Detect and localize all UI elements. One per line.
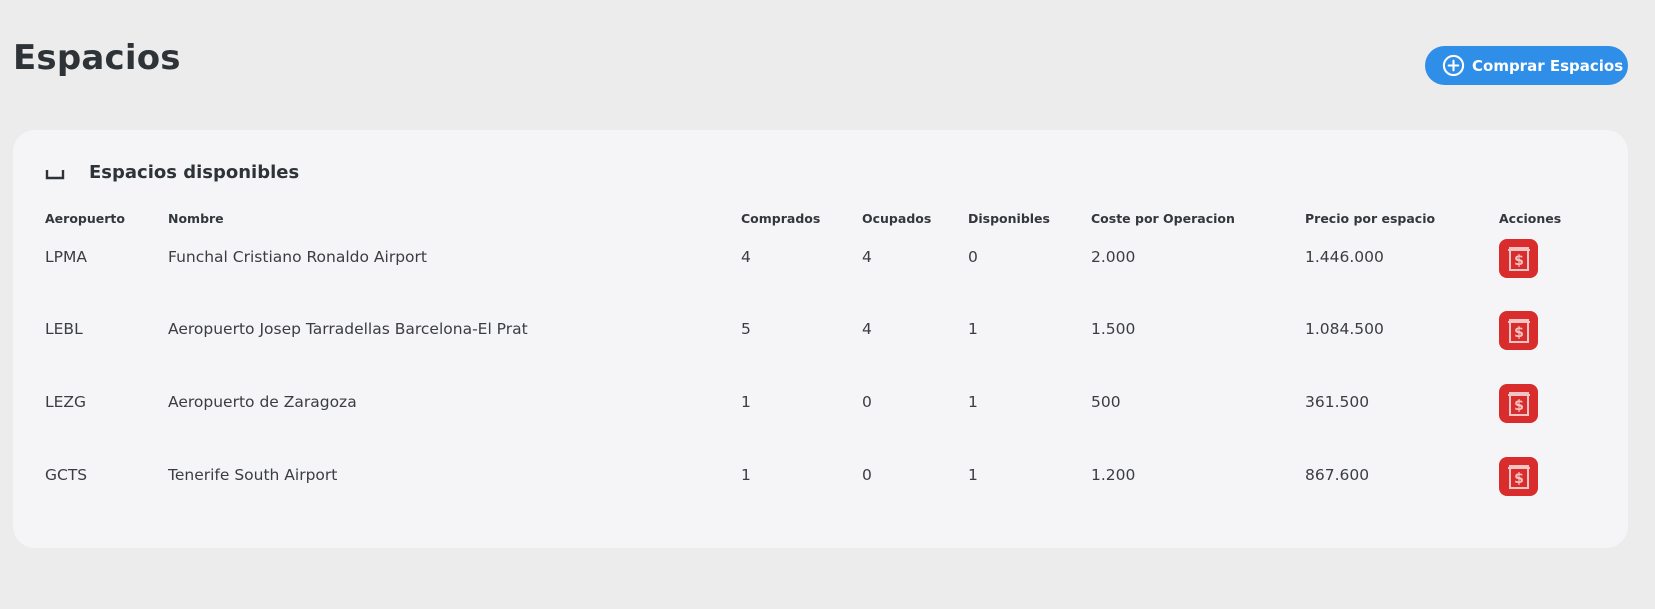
money-bill-icon: $ <box>1507 391 1530 416</box>
column-coste-header: Coste por Operacion <box>1091 211 1235 226</box>
sell-space-button[interactable]: $ <box>1499 239 1538 278</box>
column-aeropuerto-header: Aeropuerto <box>45 211 125 226</box>
plus-circle-icon <box>1442 54 1465 77</box>
available-cell: 1 <box>968 466 978 484</box>
price-per-space-cell: 1.084.500 <box>1305 320 1384 338</box>
occupied-cell: 0 <box>862 393 872 411</box>
price-per-space-cell: 361.500 <box>1305 393 1370 411</box>
airport-name-cell: Aeropuerto de Zaragoza <box>168 393 357 411</box>
airport-code-cell: LPMA <box>45 248 87 266</box>
svg-text:$: $ <box>1514 471 1524 487</box>
column-disponibles-header: Disponibles <box>968 211 1050 226</box>
available-cell: 0 <box>968 248 978 266</box>
column-nombre-header: Nombre <box>168 211 224 226</box>
card-title: Espacios disponibles <box>89 162 300 183</box>
airport-code-cell: LEBL <box>45 320 83 338</box>
sell-space-button[interactable]: $ <box>1499 311 1538 350</box>
airport-name-cell: Aeropuerto Josep Tarradellas Barcelona-E… <box>168 320 528 338</box>
buy-spaces-button[interactable]: Comprar Espacios <box>1425 46 1628 85</box>
airport-name-cell: Tenerife South Airport <box>168 466 338 484</box>
airport-code-cell: GCTS <box>45 466 88 484</box>
available-cell: 1 <box>968 393 978 411</box>
money-bill-icon: $ <box>1507 318 1530 343</box>
available-cell: 1 <box>968 320 978 338</box>
column-ocupados-header: Ocupados <box>862 211 932 226</box>
purchased-cell: 1 <box>741 466 751 484</box>
svg-text:$: $ <box>1514 253 1524 269</box>
cost-per-operation-cell: 2.000 <box>1091 248 1136 266</box>
cost-per-operation-cell: 500 <box>1091 393 1121 411</box>
card-header: Espacios disponibles <box>45 162 299 183</box>
available-spaces-card: Espacios disponibles Aeropuerto Nombre Com… <box>13 130 1628 548</box>
cost-per-operation-cell: 1.200 <box>1091 466 1136 484</box>
money-bill-icon: $ <box>1507 464 1530 489</box>
buy-spaces-button-label: Comprar Espacios <box>1472 56 1624 75</box>
column-precio-header: Precio por espacio <box>1305 211 1436 226</box>
svg-text:$: $ <box>1514 325 1524 341</box>
price-per-space-cell: 867.600 <box>1305 466 1370 484</box>
purchased-cell: 4 <box>741 248 751 266</box>
money-bill-icon: $ <box>1507 246 1530 271</box>
purchased-cell: 1 <box>741 393 751 411</box>
occupied-cell: 4 <box>862 248 872 266</box>
page-title: Espacios <box>13 38 181 78</box>
airport-code-cell: LEZG <box>45 393 87 411</box>
cost-per-operation-cell: 1.500 <box>1091 320 1136 338</box>
airport-name-cell: Funchal Cristiano Ronaldo Airport <box>168 248 427 266</box>
occupied-cell: 4 <box>862 320 872 338</box>
space-bar-icon <box>45 167 65 181</box>
sell-space-button[interactable]: $ <box>1499 384 1538 423</box>
sell-space-button[interactable]: $ <box>1499 457 1538 496</box>
column-acciones-header: Acciones <box>1499 211 1562 226</box>
price-per-space-cell: 1.446.000 <box>1305 248 1384 266</box>
page: Espacios Comprar Espacios Espacios dispo… <box>0 0 1655 609</box>
svg-text:$: $ <box>1514 398 1524 414</box>
column-comprados-header: Comprados <box>741 211 821 226</box>
purchased-cell: 5 <box>741 320 751 338</box>
occupied-cell: 0 <box>862 466 872 484</box>
